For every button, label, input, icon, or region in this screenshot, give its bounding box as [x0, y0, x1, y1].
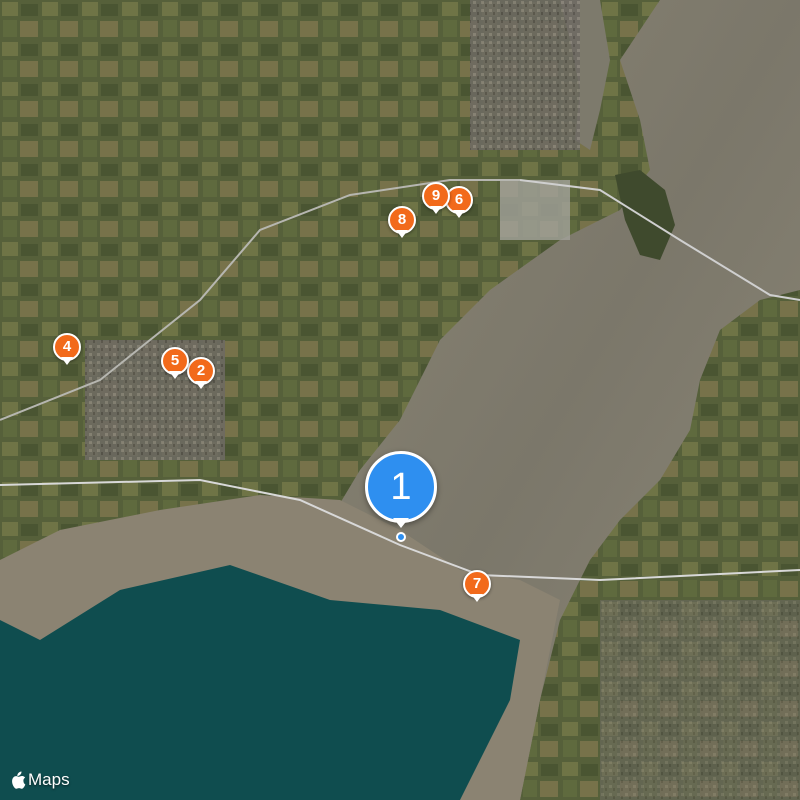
- marker-pointer-icon: [169, 371, 181, 379]
- satellite-map[interactable]: [0, 0, 800, 800]
- location-dot-icon: [396, 532, 406, 542]
- marker-pointer-icon: [471, 594, 483, 602]
- marker-pointer-icon: [430, 206, 442, 214]
- marker-pointer-icon: [195, 381, 207, 389]
- map-marker-1[interactable]: 1: [365, 451, 437, 543]
- marker-pointer-icon: [393, 518, 409, 528]
- marker-pointer-icon: [453, 210, 465, 218]
- map-marker-8[interactable]: 8: [388, 206, 416, 240]
- town-upper: [470, 0, 580, 150]
- marker-pointer-icon: [61, 357, 73, 365]
- maps-attribution[interactable]: Maps: [10, 770, 70, 790]
- apple-logo-icon: [12, 771, 26, 789]
- map-marker-4[interactable]: 4: [53, 333, 81, 367]
- attribution-label: Maps: [28, 770, 70, 789]
- map-marker-5[interactable]: 5: [161, 347, 189, 381]
- marker-pointer-icon: [396, 230, 408, 238]
- town-right: [600, 600, 800, 800]
- map-marker-9[interactable]: 9: [422, 182, 450, 216]
- map-marker-2[interactable]: 2: [187, 357, 215, 391]
- industrial-site: [500, 180, 570, 240]
- map-marker-7[interactable]: 7: [463, 570, 491, 604]
- marker-label: 1: [365, 451, 437, 523]
